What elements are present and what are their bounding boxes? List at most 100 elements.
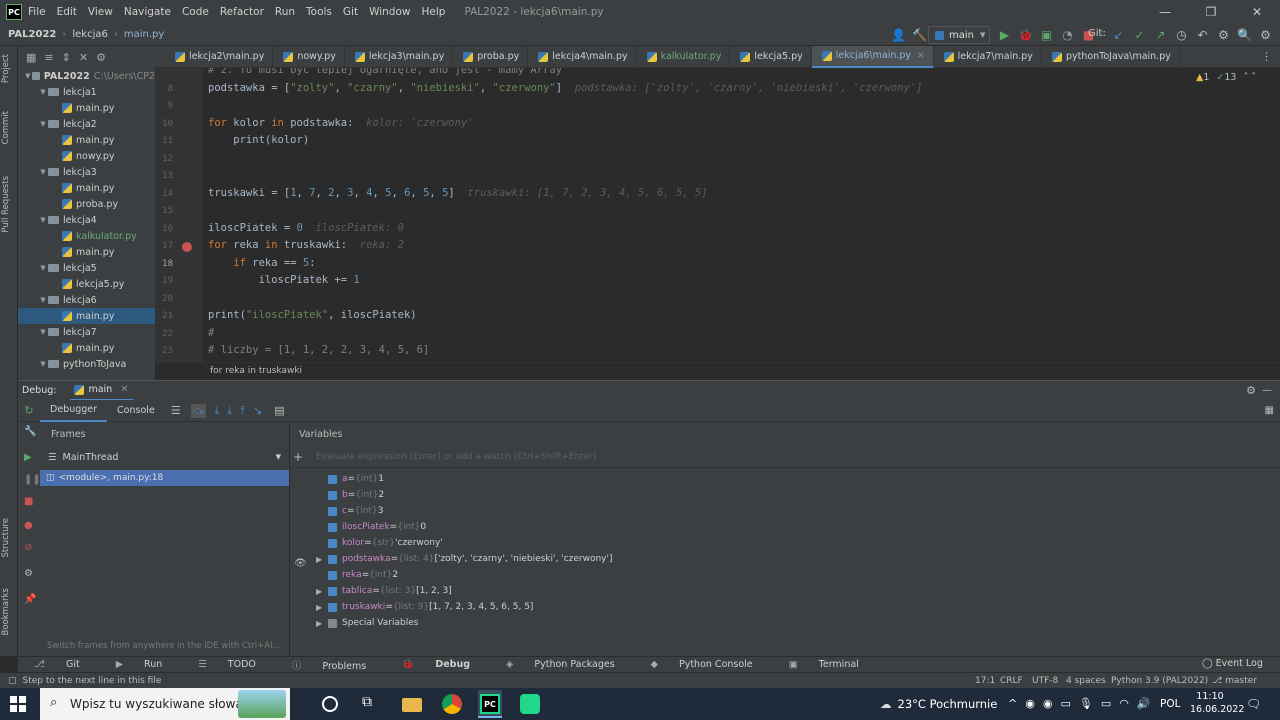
expand-all-icon[interactable]: ⇕ bbox=[62, 51, 71, 64]
coverage-icon[interactable]: ▣ bbox=[1036, 26, 1057, 44]
tree-file[interactable]: main.py bbox=[18, 132, 155, 148]
maximize-button[interactable]: ❐ bbox=[1188, 0, 1234, 24]
hammer-icon[interactable]: 🔨 bbox=[909, 26, 930, 44]
pin-icon[interactable]: 📌 bbox=[24, 594, 36, 605]
variable-row[interactable]: a = {int} 1 bbox=[290, 471, 1280, 487]
variable-row[interactable]: iloscPiatek = {int} 0 bbox=[290, 519, 1280, 535]
tool-run[interactable]: ▶ Run bbox=[108, 659, 173, 670]
close-button[interactable]: ✕ bbox=[1234, 0, 1280, 24]
evaluate-input[interactable]: Evaluate expression (Enter) or add a wat… bbox=[316, 452, 597, 462]
editor-tab[interactable]: proba.py bbox=[453, 45, 529, 68]
tree-file[interactable]: proba.py bbox=[18, 196, 155, 212]
editor-tab[interactable]: lekcja2\main.py bbox=[165, 45, 274, 68]
menu-navigate[interactable]: Navigate bbox=[124, 6, 171, 18]
eye-icon[interactable]: 👁 bbox=[294, 558, 307, 569]
variable-row[interactable]: ▶ truskawki = {list: 9} [1, 7, 2, 3, 4, 5… bbox=[290, 599, 1280, 615]
code-editor[interactable]: # 2. To musi być lepiej ogarnięte, ano j… bbox=[203, 68, 1280, 362]
run-icon[interactable]: ▶ bbox=[994, 26, 1015, 44]
file-explorer-icon[interactable] bbox=[402, 698, 422, 712]
tree-folder[interactable]: ▼ lekcja1 bbox=[18, 84, 155, 100]
tree-folder[interactable]: ▼ lekcja5 bbox=[18, 260, 155, 276]
menu-tools[interactable]: Tools bbox=[306, 6, 332, 18]
step-out-icon[interactable]: ⤒ bbox=[240, 404, 245, 418]
menu-view[interactable]: View bbox=[88, 6, 113, 18]
volume-icon[interactable]: 🔊 bbox=[1137, 697, 1151, 710]
tool-todo[interactable]: ☰ TODO bbox=[190, 659, 266, 670]
chevron-down-icon[interactable]: ˅ bbox=[1251, 72, 1256, 83]
step-into-my-code-icon[interactable]: ⤓ bbox=[227, 404, 232, 418]
tree-folder[interactable]: ▼ lekcja6 bbox=[18, 292, 155, 308]
tree-folder[interactable]: ▼ lekcja3 bbox=[18, 164, 155, 180]
cortana-icon[interactable] bbox=[322, 696, 338, 712]
variable-row[interactable]: ▶ tablica = {list: 3} [1, 2, 3] bbox=[290, 583, 1280, 599]
breadcrumb-project[interactable]: PAL2022 bbox=[8, 29, 56, 40]
menu-code[interactable]: Code bbox=[182, 6, 209, 18]
minimize-panel-icon[interactable]: — bbox=[1262, 385, 1272, 396]
variable-row[interactable]: reka = {int} 2 bbox=[290, 567, 1280, 583]
tree-root[interactable]: ▼ PAL2022 C:\Users\CP2 bbox=[18, 68, 155, 84]
breadcrumb-folder[interactable]: lekcja6 bbox=[72, 29, 108, 40]
settings-icon[interactable]: ⚙ bbox=[1213, 26, 1234, 44]
show-execution-point-icon[interactable]: ☰ bbox=[171, 404, 181, 417]
tool-python-console[interactable]: ◆ Python Console bbox=[643, 659, 763, 670]
more-tabs-icon[interactable]: ⋮ bbox=[1261, 50, 1272, 63]
debug-session-tab[interactable]: main ✕ bbox=[70, 381, 133, 401]
view-breakpoints-icon[interactable]: ● bbox=[24, 520, 33, 531]
evaluate-icon[interactable]: ▤ bbox=[274, 404, 284, 417]
tree-file[interactable]: kalkulator.py bbox=[18, 228, 155, 244]
app-icon[interactable] bbox=[520, 694, 540, 714]
tray-app-icon[interactable]: ◉ bbox=[1025, 697, 1035, 710]
chevron-right-icon[interactable]: ▶ bbox=[316, 587, 328, 596]
user-icon[interactable]: 👤 bbox=[888, 26, 909, 44]
tool-debug[interactable]: 🐞 Debug bbox=[394, 659, 480, 670]
inspection-widget[interactable]: ▲1 ✓13 ˄ ˅ bbox=[1196, 72, 1256, 83]
editor-tab[interactable]: lekcja4\main.py bbox=[528, 45, 637, 68]
chevron-right-icon[interactable]: ▶ bbox=[316, 603, 328, 612]
tree-file[interactable]: main.py bbox=[18, 100, 155, 116]
run-config-select[interactable]: main ▼ bbox=[928, 26, 990, 44]
python-interpreter[interactable]: Python 3.9 (PAL2022) bbox=[1111, 676, 1208, 686]
clock[interactable]: 11:10 16.06.2022 bbox=[1190, 690, 1244, 716]
tool-terminal[interactable]: ▣ Terminal bbox=[781, 659, 869, 670]
resume-icon[interactable]: ▶ bbox=[24, 452, 32, 463]
editor-gutter[interactable]: 8 9 10 11 12 13 14 15 16 17 18 19 20 21 22 23 bbox=[155, 68, 203, 362]
close-icon[interactable]: ✕ bbox=[120, 384, 128, 395]
menu-edit[interactable]: Edit bbox=[57, 6, 77, 18]
frame-row[interactable]: ◫ <module>, main.py:18 bbox=[40, 470, 289, 486]
tree-file[interactable]: nowy.py bbox=[18, 148, 155, 164]
microphone-icon[interactable]: 🎙 bbox=[1079, 697, 1093, 710]
history-icon[interactable]: ◷ bbox=[1171, 26, 1192, 44]
rollback-icon[interactable]: ↶ bbox=[1192, 26, 1213, 44]
jetbrains-icon[interactable]: ● bbox=[1276, 26, 1280, 44]
commit-tool-label[interactable]: Commit bbox=[1, 111, 11, 144]
variable-row[interactable]: ▶ podstawka = {list: 4} ['zolty', 'czarny… bbox=[290, 551, 1280, 567]
menu-file[interactable]: File bbox=[28, 6, 46, 18]
git-branch[interactable]: ⎇ master bbox=[1212, 676, 1257, 686]
network-icon[interactable]: ▭ bbox=[1060, 697, 1070, 710]
menu-refactor[interactable]: Refactor bbox=[220, 6, 264, 18]
search-icon[interactable]: 🔍 bbox=[1234, 26, 1255, 44]
pull-requests-tool-label[interactable]: Pull Requests bbox=[1, 176, 11, 233]
structure-tool-label[interactable]: Structure bbox=[1, 518, 11, 558]
bookmarks-tool-label[interactable]: Bookmarks bbox=[1, 588, 11, 636]
wrench-icon[interactable]: 🔧 bbox=[24, 426, 36, 437]
event-log-button[interactable]: ◯ Event Log bbox=[1202, 658, 1263, 669]
editor-tab[interactable]: lekcja6\main.py ✕ bbox=[811, 45, 934, 68]
editor-tab[interactable]: lekcja3\main.py bbox=[345, 45, 454, 68]
close-tab-icon[interactable]: ✕ bbox=[917, 51, 925, 61]
tree-file[interactable]: main.py bbox=[18, 340, 155, 356]
battery-icon[interactable]: ▭ bbox=[1101, 697, 1111, 710]
editor-tab[interactable]: lekcja5.py bbox=[730, 45, 812, 68]
editor-tab[interactable]: kalkulator.py bbox=[637, 45, 731, 68]
close-icon[interactable]: ✕ bbox=[79, 51, 88, 64]
windows-start-icon[interactable] bbox=[10, 696, 26, 712]
collapse-all-icon[interactable]: ≡ bbox=[44, 51, 53, 64]
tab-debugger[interactable]: Debugger bbox=[40, 400, 108, 422]
gear-icon[interactable]: ⚙ bbox=[96, 51, 106, 64]
menu-git[interactable]: Git bbox=[343, 6, 358, 18]
profile-icon[interactable]: ◔ bbox=[1057, 26, 1078, 44]
chevron-up-icon[interactable]: ^ bbox=[1008, 697, 1017, 710]
variable-row[interactable]: ▶ Special Variables bbox=[290, 615, 1280, 631]
wifi-icon[interactable]: ◠ bbox=[1119, 697, 1129, 710]
layout-icon[interactable]: ▦ bbox=[26, 51, 36, 64]
